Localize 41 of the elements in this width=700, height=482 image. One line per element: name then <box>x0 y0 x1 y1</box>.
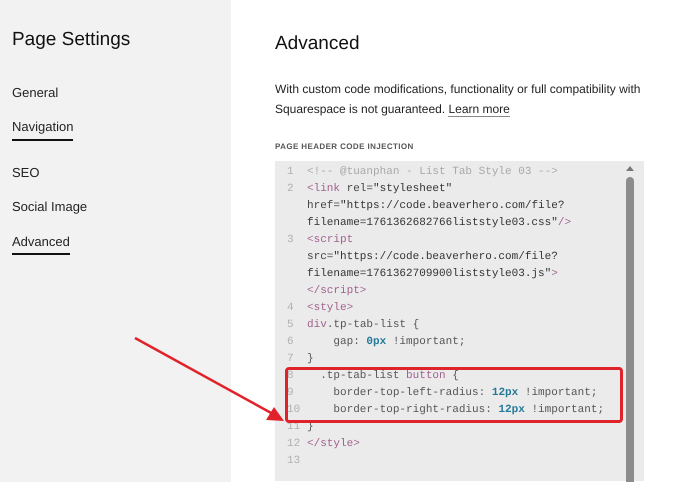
code-line: </style> <box>307 436 360 452</box>
nav-link[interactable]: Social Image <box>12 197 88 220</box>
code-line: src="https://code.beaverhero.com/file? <box>307 250 558 264</box>
code-line: filename=1761362682766liststyle03.css"/> <box>307 216 572 230</box>
line-number: 3 <box>287 234 294 246</box>
code-line: div.tp-tab-list { <box>307 318 420 332</box>
code-line: <style> <box>307 300 354 316</box>
code-line: <!-- @tuanphan - List Tab Style 03 --> <box>307 164 558 180</box>
line-number: 6 <box>287 336 294 348</box>
line-number: 8 <box>287 370 294 382</box>
line-number: 12 <box>287 438 300 450</box>
nav-link[interactable]: SEO <box>12 162 40 186</box>
code-line: href="https://code.beaverhero.com/file? <box>307 198 564 214</box>
code-line: border-top-left-radius: 12px !important; <box>332 386 598 400</box>
code-line: <script <box>307 232 354 248</box>
notice-text: With custom code modifications, functionality or full compatibility with Squarespace is not guaranteed. Learn more <box>275 80 642 118</box>
scroll-up-icon[interactable] <box>626 164 634 170</box>
line-number: 1 <box>287 166 294 178</box>
code-line: border-top-right-radius: 12px !important; <box>332 402 604 418</box>
nav-link[interactable]: General <box>12 82 58 106</box>
nav-link[interactable]: Advanced <box>12 232 70 255</box>
code-line: } <box>307 352 314 366</box>
nav-link[interactable]: Navigation <box>12 117 74 140</box>
section-label: PAGE HEADER CODE INJECTION <box>275 140 415 152</box>
line-number: 4 <box>287 302 294 314</box>
code-line: <link rel="stylesheet" <box>307 182 452 196</box>
line-number: 10 <box>287 404 300 416</box>
line-number: 2 <box>287 182 294 194</box>
line-number: 9 <box>287 386 294 398</box>
line-number: 5 <box>287 318 294 330</box>
code-line: filename=1761362709900liststyle03.js"> <box>307 266 558 282</box>
sidebar-title: Page Settings <box>12 28 132 52</box>
line-number: 13 <box>287 454 300 466</box>
scrollbar-thumb[interactable] <box>626 176 634 482</box>
line-number: 7 <box>287 352 294 364</box>
learn-more-link[interactable]: Learn more <box>448 102 510 116</box>
page-title: Advanced <box>275 32 361 56</box>
code-line: </script> <box>307 284 366 298</box>
code-line: .tp-tab-list button { <box>319 368 459 384</box>
code-line: gap: 0px !important; <box>332 334 466 350</box>
code-editor[interactable] <box>275 160 644 480</box>
